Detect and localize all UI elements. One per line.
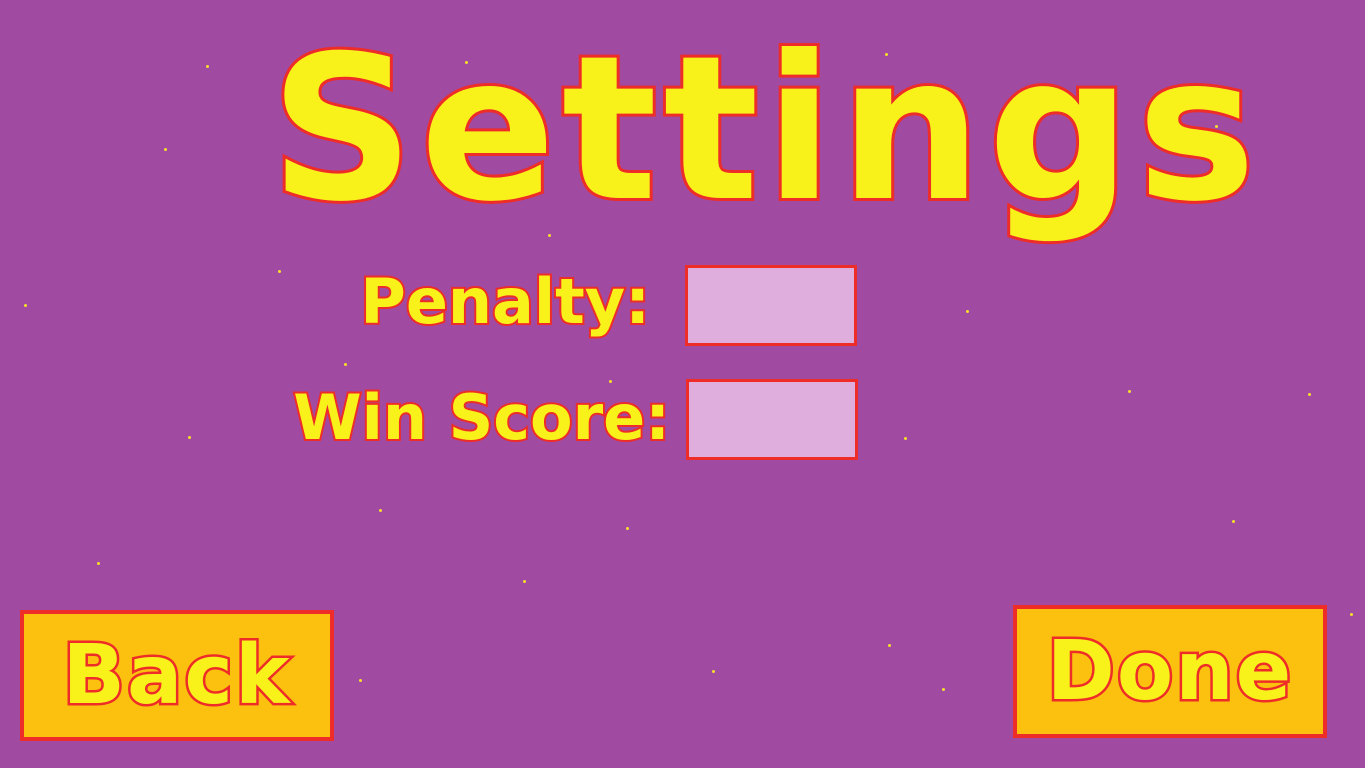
star (523, 580, 526, 583)
win-score-label: Win Score: (291, 379, 672, 456)
star (626, 527, 629, 530)
back-button[interactable]: Back (20, 610, 334, 741)
star (1128, 390, 1131, 393)
star (1308, 393, 1311, 396)
penalty-input[interactable] (685, 265, 857, 346)
star (942, 688, 945, 691)
star (188, 436, 191, 439)
star (1350, 613, 1353, 616)
star (24, 304, 27, 307)
star (1232, 520, 1235, 523)
star (278, 270, 281, 273)
star (904, 437, 907, 440)
star (712, 670, 715, 673)
page-title: Settings (267, 10, 1263, 249)
done-button-label: Done (1044, 622, 1294, 722)
done-button[interactable]: Done (1013, 605, 1327, 738)
star (966, 310, 969, 313)
star (97, 562, 100, 565)
back-button-label: Back (60, 626, 292, 726)
star (888, 644, 891, 647)
star (164, 148, 167, 151)
win-score-input[interactable] (686, 379, 858, 460)
star (359, 679, 362, 682)
star (206, 65, 209, 68)
star (344, 363, 347, 366)
penalty-label: Penalty: (358, 263, 652, 340)
star (379, 509, 382, 512)
